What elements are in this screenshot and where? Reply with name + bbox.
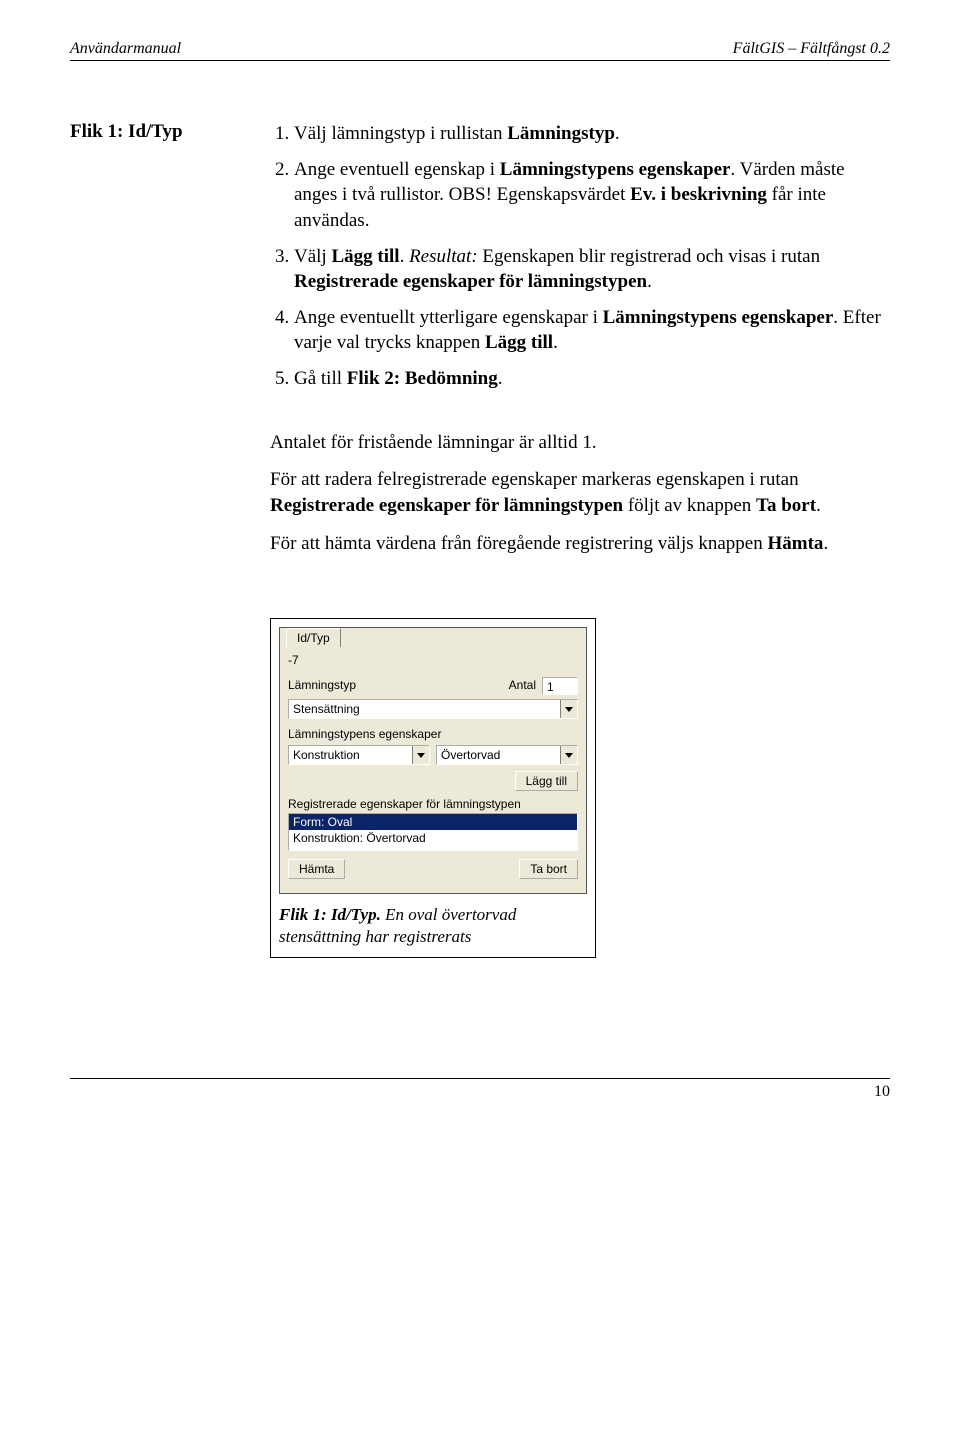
step-4: Ange eventuellt ytterligare egenskapar i… bbox=[294, 305, 890, 356]
egenskap2-value: Övertorvad bbox=[437, 748, 504, 762]
chevron-down-icon bbox=[560, 700, 577, 718]
id-value: -7 bbox=[288, 653, 578, 667]
label-egenskaper: Lämningstypens egenskaper bbox=[288, 727, 578, 741]
egenskap2-select[interactable]: Övertorvad bbox=[436, 745, 578, 765]
figure-block: Id/Typ -7 Lämningstyp Antal 1 Stensättni… bbox=[270, 618, 596, 957]
header-left: Användarmanual bbox=[70, 40, 181, 58]
page-number: 10 bbox=[874, 1083, 890, 1100]
caption-prefix: Flik 1: Id/Typ. bbox=[279, 905, 381, 924]
lagg-till-button[interactable]: Lägg till bbox=[515, 771, 578, 791]
side-heading: Flik 1: Id/Typ bbox=[70, 121, 270, 402]
chevron-down-icon bbox=[412, 746, 429, 764]
antal-input[interactable]: 1 bbox=[542, 677, 578, 695]
instruction-steps: Välj lämningstyp i rullistan Lämningstyp… bbox=[270, 121, 890, 402]
step-3: Välj Lägg till. Resultat: Egenskapen bli… bbox=[294, 244, 890, 295]
tabort-button[interactable]: Ta bort bbox=[519, 859, 578, 879]
figure-caption: Flik 1: Id/Typ. En oval övertorvad stens… bbox=[279, 904, 587, 948]
lamningstyp-select[interactable]: Stensättning bbox=[288, 699, 578, 719]
egenskap1-value: Konstruktion bbox=[289, 748, 364, 762]
page-footer: 10 bbox=[70, 1078, 890, 1101]
label-reg: Registrerade egenskaper för lämningstype… bbox=[288, 797, 578, 811]
label-antal: Antal bbox=[509, 678, 536, 692]
list-item[interactable]: Konstruktion: Övertorvad bbox=[289, 830, 577, 846]
egenskap1-select[interactable]: Konstruktion bbox=[288, 745, 430, 765]
step-5: Gå till Flik 2: Bedömning. bbox=[294, 366, 890, 392]
header-right: FältGIS – Fältfångst 0.2 bbox=[733, 40, 890, 58]
para-3: För att hämta värdena från föregående re… bbox=[270, 531, 890, 557]
dialog-mock: Id/Typ -7 Lämningstyp Antal 1 Stensättni… bbox=[279, 627, 587, 894]
paragraphs: Antalet för fristående lämningar är allt… bbox=[270, 430, 890, 569]
tab-idtyp[interactable]: Id/Typ bbox=[286, 628, 341, 647]
para-2: För att radera felregistrerade egenskape… bbox=[270, 467, 890, 518]
step-1: Välj lämningstyp i rullistan Lämningstyp… bbox=[294, 121, 890, 147]
para-1: Antalet för fristående lämningar är allt… bbox=[270, 430, 890, 456]
chevron-down-icon bbox=[560, 746, 577, 764]
list-item-selected[interactable]: Form: Oval bbox=[289, 814, 577, 830]
page-header: Användarmanual FältGIS – Fältfångst 0.2 bbox=[70, 40, 890, 61]
step-2: Ange eventuell egenskap i Lämningstypens… bbox=[294, 157, 890, 234]
registered-listbox[interactable]: Form: Oval Konstruktion: Övertorvad bbox=[288, 813, 578, 851]
lamningstyp-value: Stensättning bbox=[289, 702, 364, 716]
hamta-button[interactable]: Hämta bbox=[288, 859, 345, 879]
label-lamningstyp: Lämningstyp bbox=[288, 678, 356, 692]
